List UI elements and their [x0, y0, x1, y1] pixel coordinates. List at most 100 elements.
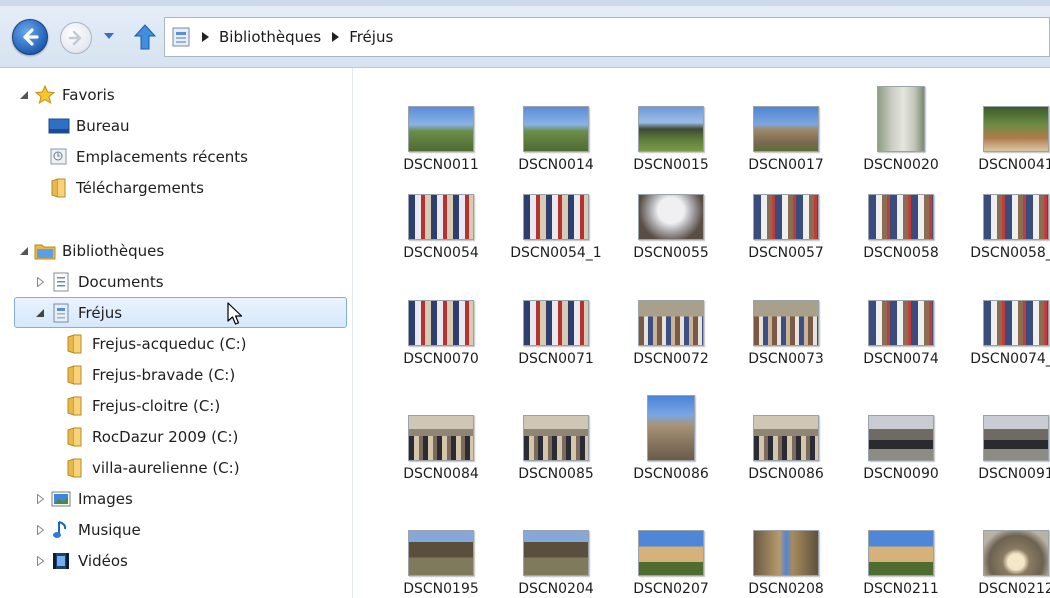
collapsed-arrow-icon[interactable]	[34, 524, 46, 536]
file-name: DSCN0055	[633, 245, 709, 261]
nav-item-frejus-acqueduc[interactable]: Frejus-acqueduc (C:)	[64, 330, 246, 358]
nav-item-images[interactable]: Images	[34, 485, 133, 513]
breadcrumb-separator[interactable]	[325, 32, 345, 42]
nav-item-music[interactable]: Musique	[34, 516, 141, 544]
nav-label: Documents	[78, 273, 164, 291]
file-item[interactable]: DSCN0084	[383, 383, 499, 491]
file-item[interactable]: DSCN0090	[843, 383, 959, 491]
thumbnail-area	[498, 268, 614, 346]
arrow-left-icon	[23, 28, 39, 46]
file-item[interactable]: DSCN0072	[613, 268, 729, 376]
nav-item-frejus-cloitre[interactable]: Frejus-cloitre (C:)	[64, 392, 220, 420]
chevron-right-icon	[331, 32, 339, 42]
file-item[interactable]: DSCN0091	[958, 383, 1050, 491]
up-one-level-button[interactable]	[132, 22, 158, 52]
photo-thumbnail	[868, 415, 934, 461]
photo-thumbnail	[408, 106, 474, 152]
thumbnail-area	[728, 74, 844, 152]
file-item[interactable]: DSCN0212	[958, 498, 1050, 598]
file-name: DSCN0204	[518, 581, 594, 597]
nav-item-frejus[interactable]: Fréjus	[14, 297, 347, 328]
nav-item-villa-aurelienne[interactable]: villa-aurelienne (C:)	[64, 454, 240, 482]
photo-thumbnail	[523, 300, 589, 346]
collapsed-arrow-icon[interactable]	[34, 493, 46, 505]
file-name: DSCN0211	[863, 581, 939, 597]
file-item[interactable]: DSCN0211	[843, 498, 959, 598]
collapsed-arrow-icon[interactable]	[34, 555, 46, 567]
file-item[interactable]: DSCN0195	[383, 498, 499, 598]
file-item[interactable]: DSCN0054_1	[498, 162, 614, 270]
back-button[interactable]	[12, 19, 48, 55]
expanded-arrow-icon[interactable]	[18, 245, 30, 257]
thumbnail-area	[958, 268, 1050, 346]
thumbnail-area	[613, 498, 729, 576]
breadcrumb-libraries[interactable]: Bibliothèques	[215, 28, 325, 46]
photo-thumbnail	[868, 530, 934, 576]
file-name: DSCN0208	[748, 581, 824, 597]
nav-item-downloads[interactable]: Téléchargements	[48, 174, 204, 202]
photo-thumbnail	[753, 300, 819, 346]
file-item[interactable]: DSCN0054	[383, 162, 499, 270]
nav-item-bureau[interactable]: Bureau	[48, 112, 130, 140]
breadcrumb-frejus[interactable]: Fréjus	[345, 28, 397, 46]
photo-thumbnail	[523, 530, 589, 576]
file-item[interactable]: DSCN0057	[728, 162, 844, 270]
nav-item-favorites[interactable]: Favoris	[18, 81, 115, 109]
file-item[interactable]: DSCN0086	[613, 383, 729, 491]
thumbnail-area	[843, 268, 959, 346]
expanded-arrow-icon[interactable]	[34, 307, 46, 319]
nav-label: Bureau	[76, 117, 130, 135]
thumbnail-area	[958, 498, 1050, 576]
chevron-down-icon	[104, 32, 114, 39]
photo-thumbnail	[638, 300, 704, 346]
file-name: DSCN0057	[748, 245, 824, 261]
photo-thumbnail	[868, 194, 934, 240]
breadcrumb-separator[interactable]	[195, 32, 215, 42]
file-name: DSCN0091	[978, 466, 1050, 482]
nav-label: Images	[78, 490, 133, 508]
thumbnail-area	[383, 268, 499, 346]
file-item[interactable]: DSCN0085	[498, 383, 614, 491]
recent-locations-dropdown[interactable]	[102, 29, 116, 43]
navigation-pane: Favoris Bureau Emplacements récents Télé…	[0, 68, 353, 598]
nav-label: Musique	[78, 521, 141, 539]
file-item[interactable]: DSCN0055	[613, 162, 729, 270]
file-item[interactable]: DSCN0074_1	[958, 268, 1050, 376]
photo-thumbnail	[983, 300, 1049, 346]
photo-thumbnail	[983, 106, 1049, 152]
music-library-icon	[50, 520, 72, 540]
chevron-right-icon	[201, 32, 209, 42]
file-item[interactable]: DSCN0058	[843, 162, 959, 270]
nav-item-documents[interactable]: Documents	[34, 268, 164, 296]
file-item[interactable]: DSCN0207	[613, 498, 729, 598]
nav-label: Téléchargements	[76, 179, 204, 197]
file-item[interactable]: DSCN0074	[843, 268, 959, 376]
nav-item-videos[interactable]: Vidéos	[34, 547, 128, 575]
expanded-arrow-icon[interactable]	[18, 89, 30, 101]
thumbnail-area	[613, 383, 729, 461]
file-name: DSCN0195	[403, 581, 479, 597]
address-bar[interactable]: Bibliothèques Fréjus	[164, 17, 1050, 57]
thumbnail-area	[383, 162, 499, 240]
file-name: DSCN0086	[748, 466, 824, 482]
file-list-view: DSCN0011 DSCN0014 DSCN0015 DSCN0017 DSCN0020…	[353, 68, 1050, 598]
forward-button[interactable]	[60, 22, 92, 54]
nav-item-recent-places[interactable]: Emplacements récents	[48, 143, 248, 171]
nav-item-frejus-bravade[interactable]: Frejus-bravade (C:)	[64, 361, 235, 389]
file-name: DSCN0074	[863, 351, 939, 367]
file-item[interactable]: DSCN0071	[498, 268, 614, 376]
file-item[interactable]: DSCN0208	[728, 498, 844, 598]
collapsed-arrow-icon[interactable]	[34, 276, 46, 288]
nav-item-rocdazur[interactable]: RocDazur 2009 (C:)	[64, 423, 238, 451]
nav-item-libraries[interactable]: Bibliothèques	[18, 237, 164, 265]
file-item[interactable]: DSCN0204	[498, 498, 614, 598]
file-name: DSCN0070	[403, 351, 479, 367]
photo-thumbnail	[983, 194, 1049, 240]
recent-places-icon	[48, 147, 70, 167]
file-item[interactable]: DSCN0073	[728, 268, 844, 376]
file-item[interactable]: DSCN0058_1	[958, 162, 1050, 270]
file-item[interactable]: DSCN0086	[728, 383, 844, 491]
file-item[interactable]: DSCN0070	[383, 268, 499, 376]
file-name: DSCN0212	[978, 581, 1050, 597]
nav-label: Frejus-cloitre (C:)	[92, 397, 221, 415]
